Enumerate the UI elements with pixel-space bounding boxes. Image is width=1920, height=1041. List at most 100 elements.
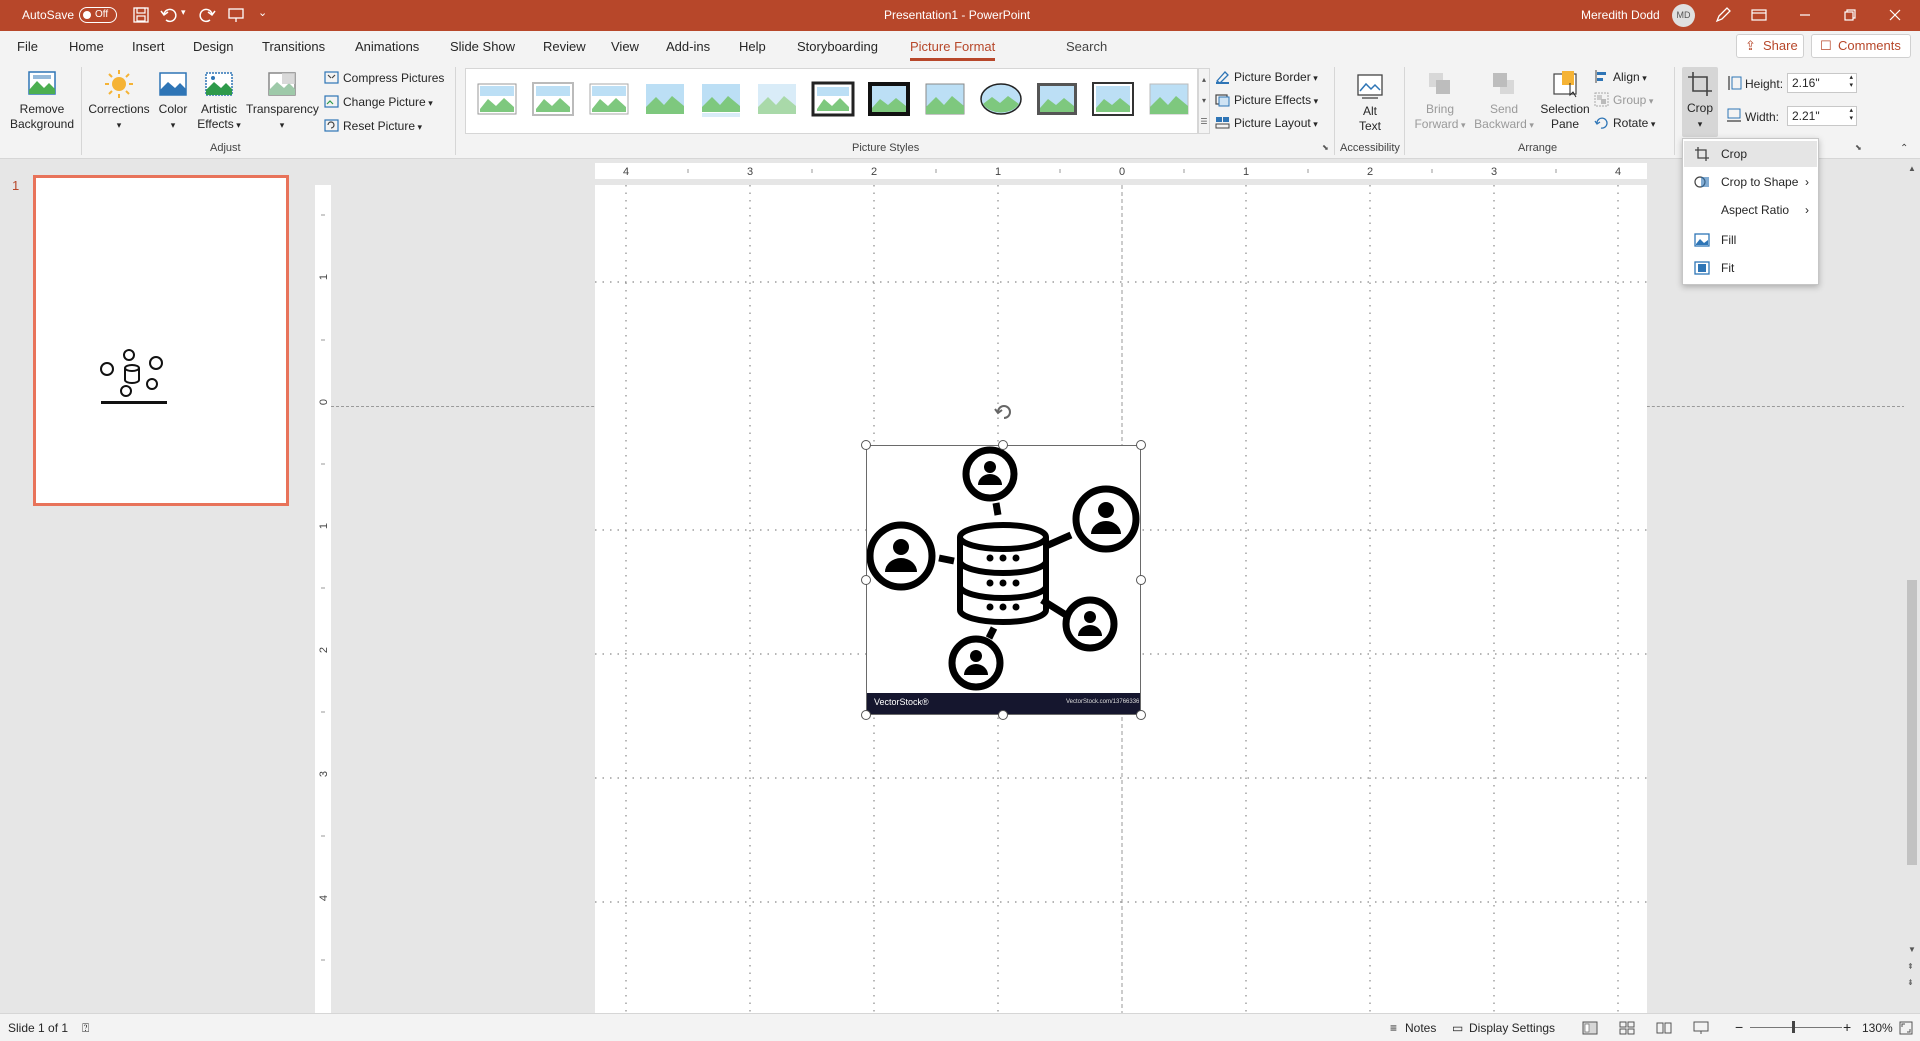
rotate-button[interactable]: Rotate ▾ xyxy=(1594,116,1655,130)
save-icon[interactable] xyxy=(132,6,150,24)
resize-handle[interactable] xyxy=(861,440,871,450)
crop-button[interactable]: Crop ▾ xyxy=(1682,67,1718,137)
send-backward-button[interactable]: Send Backward ▾ xyxy=(1472,69,1536,133)
comments-button[interactable]: ☐ Comments xyxy=(1811,34,1911,58)
resize-handle[interactable] xyxy=(1136,440,1146,450)
resize-handle[interactable] xyxy=(861,710,871,720)
picture-styles-launcher-icon[interactable]: ⬊ xyxy=(1322,143,1329,152)
display-settings-button[interactable]: Display Settings xyxy=(1469,1021,1555,1035)
crop-menu-item-crop-to-shape[interactable]: Crop to Shape › xyxy=(1684,169,1817,195)
resize-handle[interactable] xyxy=(861,575,871,585)
horizontal-ruler[interactable]: 4 3 2 1 0 1 2 3 4 xyxy=(595,163,1647,179)
redo-icon[interactable] xyxy=(198,6,216,24)
tab-picture-format[interactable]: Picture Format xyxy=(910,39,996,61)
avatar[interactable]: MD xyxy=(1672,4,1695,27)
ribbon-display-options-icon[interactable] xyxy=(1750,6,1768,24)
tab-view[interactable]: View xyxy=(611,39,639,54)
corrections-button[interactable]: Corrections ▾ xyxy=(86,69,152,133)
picture-style-6[interactable] xyxy=(754,79,800,119)
zoom-in-icon[interactable]: + xyxy=(1843,1019,1851,1035)
undo-icon[interactable] xyxy=(160,6,178,24)
picture-border-button[interactable]: Picture Border ▾ xyxy=(1215,70,1318,84)
tab-animations[interactable]: Animations xyxy=(355,39,419,54)
crop-menu-item-fit[interactable]: Fit xyxy=(1684,255,1817,281)
minimize-icon[interactable] xyxy=(1796,6,1814,24)
compress-pictures-button[interactable]: Compress Pictures xyxy=(324,71,444,85)
previous-slide-icon[interactable]: ⇞ xyxy=(1907,962,1914,971)
resize-handle[interactable] xyxy=(1136,575,1146,585)
collapse-ribbon-icon[interactable]: ⌃ xyxy=(1900,143,1908,154)
picture-style-12[interactable] xyxy=(1090,79,1136,119)
slide-info[interactable]: Slide 1 of 1 xyxy=(8,1021,68,1035)
search-box[interactable]: Search xyxy=(1066,39,1107,54)
reset-picture-button[interactable]: Reset Picture ▾ xyxy=(324,119,422,133)
bring-forward-button[interactable]: Bring Forward ▾ xyxy=(1410,69,1470,133)
selection-pane-button[interactable]: Selection Pane xyxy=(1537,69,1593,132)
crop-menu-item-aspect-ratio[interactable]: Aspect Ratio › xyxy=(1684,197,1817,223)
picture-layout-button[interactable]: Picture Layout ▾ xyxy=(1215,116,1318,130)
scroll-up-icon[interactable]: ▲ xyxy=(1908,164,1916,173)
tab-design[interactable]: Design xyxy=(193,39,233,54)
artistic-effects-button[interactable]: Artistic Effects ▾ xyxy=(194,69,244,133)
close-icon[interactable] xyxy=(1886,6,1904,24)
accessibility-checker-icon[interactable]: ⍰ xyxy=(82,1021,89,1036)
resize-handle[interactable] xyxy=(1136,710,1146,720)
tab-review[interactable]: Review xyxy=(543,39,586,54)
rotate-handle-icon[interactable] xyxy=(993,401,1015,423)
slide-thumbnail[interactable] xyxy=(33,175,289,506)
tab-insert[interactable]: Insert xyxy=(132,39,165,54)
picture-style-3[interactable] xyxy=(586,79,632,119)
vertical-scrollbar[interactable]: ▲ ▼ ⇞ ⇟ xyxy=(1904,160,1920,1013)
height-input[interactable]: 2.16" ▴ ▾ xyxy=(1787,73,1857,93)
scroll-down-icon[interactable]: ▼ xyxy=(1908,945,1916,954)
notes-button[interactable]: Notes xyxy=(1405,1021,1436,1035)
width-input[interactable]: 2.21" ▴ ▾ xyxy=(1787,106,1857,126)
align-button[interactable]: Align ▾ xyxy=(1594,70,1647,84)
picture-style-10[interactable] xyxy=(978,79,1024,119)
display-settings-icon[interactable]: ▭ xyxy=(1452,1021,1463,1035)
gallery-scroll[interactable]: ▴ ▾ ☰ xyxy=(1198,68,1210,134)
zoom-level[interactable]: 130% xyxy=(1862,1021,1893,1035)
reading-view-icon[interactable] xyxy=(1656,1021,1672,1035)
tab-home[interactable]: Home xyxy=(69,39,104,54)
vertical-ruler[interactable]: 1 0 1 2 3 4 xyxy=(315,185,331,1013)
slide-sorter-icon[interactable] xyxy=(1619,1021,1635,1035)
picture-style-9[interactable] xyxy=(922,79,968,119)
crop-menu-item-crop[interactable]: Crop xyxy=(1684,141,1817,167)
picture-style-4[interactable] xyxy=(642,79,688,119)
size-launcher-icon[interactable]: ⬊ xyxy=(1855,143,1862,152)
share-button[interactable]: ⇪ Share xyxy=(1736,34,1804,58)
present-from-start-icon[interactable] xyxy=(227,6,245,24)
normal-view-icon[interactable] xyxy=(1582,1021,1598,1035)
fit-slide-to-window-icon[interactable] xyxy=(1899,1021,1913,1035)
tab-add-ins[interactable]: Add-ins xyxy=(666,39,710,54)
change-picture-button[interactable]: Change Picture ▾ xyxy=(324,95,433,109)
picture-style-13[interactable] xyxy=(1146,79,1192,119)
picture-style-11[interactable] xyxy=(1034,79,1080,119)
picture-effects-button[interactable]: Picture Effects ▾ xyxy=(1215,93,1318,107)
tab-file[interactable]: File xyxy=(17,39,38,54)
picture-style-8[interactable] xyxy=(866,79,912,119)
zoom-slider-thumb[interactable] xyxy=(1792,1021,1795,1033)
group-button[interactable]: Group ▾ xyxy=(1594,92,1653,107)
slide-show-icon[interactable] xyxy=(1693,1021,1709,1035)
crop-menu-item-fill[interactable]: Fill xyxy=(1684,227,1817,253)
scroll-thumb[interactable] xyxy=(1907,580,1917,865)
notes-icon[interactable]: ≡ xyxy=(1390,1021,1397,1035)
tab-slide-show[interactable]: Slide Show xyxy=(450,39,515,54)
picture-style-5[interactable] xyxy=(698,79,744,119)
restore-icon[interactable] xyxy=(1841,6,1859,24)
user-name[interactable]: Meredith Dodd xyxy=(1581,8,1660,22)
undo-dropdown-icon[interactable]: ▾ xyxy=(181,7,186,18)
tab-help[interactable]: Help xyxy=(739,39,766,54)
selected-picture[interactable]: VectorStock® VectorStock.com/13766336 xyxy=(861,405,1146,720)
picture-style-7[interactable] xyxy=(810,79,856,119)
autosave-toggle[interactable]: Off xyxy=(79,7,117,23)
resize-handle[interactable] xyxy=(998,710,1008,720)
tab-transitions[interactable]: Transitions xyxy=(262,39,325,54)
remove-background-button[interactable]: Remove Background xyxy=(6,69,78,132)
transparency-button[interactable]: Transparency ▾ xyxy=(246,69,319,133)
slide[interactable]: VectorStock® VectorStock.com/13766336 xyxy=(595,185,1647,1013)
color-button[interactable]: Color ▾ xyxy=(154,69,192,133)
picture-style-2[interactable] xyxy=(530,79,576,119)
